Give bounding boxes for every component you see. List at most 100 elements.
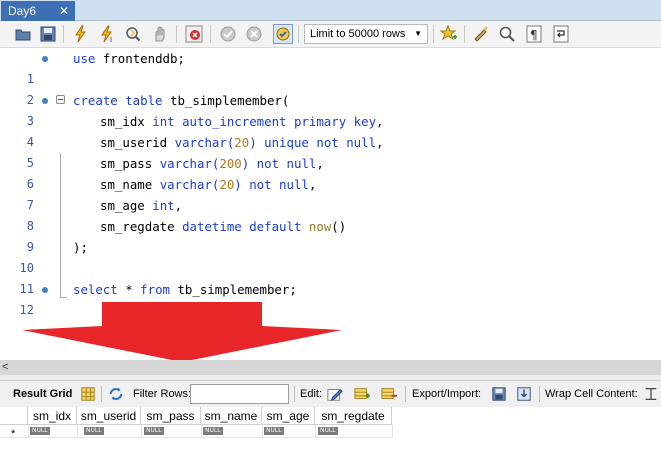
code-line: 6 sm_pass varchar(200) not null,: [0, 153, 661, 191]
code-text: ,: [308, 177, 317, 192]
code-line: 10 );: [0, 237, 661, 275]
code-line: 3 create table tb_simplemember(: [0, 90, 661, 128]
code-text: frontenddb;: [95, 51, 185, 66]
refresh-icon[interactable]: [107, 385, 125, 403]
result-grid[interactable]: sm_idx sm_userid sm_pass sm_name sm_age …: [0, 407, 661, 451]
column-name: sm_pass: [100, 156, 153, 171]
edit-cell-icon[interactable]: [326, 385, 344, 403]
invisible-chars-icon[interactable]: ¶: [524, 24, 544, 44]
statement-marker-icon: [42, 287, 48, 293]
code-keyword: int auto_increment primary key: [152, 114, 377, 129]
code-line: 8 sm_age int,: [0, 195, 661, 233]
null-cell[interactable]: NULL: [264, 427, 284, 435]
editor-horizontal-scrollbar[interactable]: <: [0, 360, 661, 375]
code-text: tb_simplemember;: [170, 282, 297, 297]
column-header[interactable]: sm_pass: [141, 407, 201, 425]
column-name: sm_name: [100, 177, 153, 192]
sql-editor-toolbar: I Limit to 50000 rows ▼ ¶: [0, 21, 661, 48]
open-folder-icon[interactable]: [13, 24, 33, 44]
result-grid-tab[interactable]: Result Grid: [13, 381, 72, 407]
tab-title: Day6: [8, 4, 37, 18]
filter-rows-input[interactable]: [190, 384, 289, 404]
code-text: ,: [376, 135, 384, 150]
code-line: 9 sm_regdate datetime default now(): [0, 216, 661, 254]
null-cell[interactable]: NULL: [203, 427, 223, 435]
wrap-icon[interactable]: [551, 24, 571, 44]
null-cell[interactable]: NULL: [318, 427, 338, 435]
limit-rows-select[interactable]: Limit to 50000 rows ▼: [304, 24, 428, 44]
find-icon[interactable]: [497, 24, 517, 44]
export-icon[interactable]: [490, 385, 508, 403]
column-header[interactable]: sm_idx: [28, 407, 77, 425]
code-keyword: varchar(: [174, 135, 235, 150]
tab-close-icon[interactable]: ✕: [59, 1, 69, 21]
bookmark-star-icon[interactable]: [439, 24, 459, 44]
null-cell[interactable]: NULL: [144, 427, 164, 435]
column-name: sm_regdate: [100, 219, 175, 234]
column-name: sm_age: [100, 198, 145, 213]
code-line: 4 sm_idx int auto_increment primary key,: [0, 111, 661, 149]
editor-tab-strip: Day6 ✕: [0, 0, 661, 21]
filter-rows-label: Filter Rows:: [133, 388, 192, 400]
code-keyword: use: [73, 51, 96, 66]
rollback-icon[interactable]: [244, 24, 264, 44]
code-number: 200: [219, 156, 242, 171]
save-icon[interactable]: [38, 24, 58, 44]
code-text: (): [331, 219, 347, 234]
chevron-down-icon: ▼: [414, 29, 422, 38]
autocommit-icon[interactable]: [273, 24, 293, 44]
new-row-marker: *: [11, 428, 16, 440]
fold-toggle-icon[interactable]: [56, 95, 65, 104]
code-keyword: ) not null: [241, 156, 317, 171]
result-grid-toolbar: Result Grid Filter Rows: Edit: Export/Im…: [0, 381, 661, 407]
code-function: now: [308, 219, 332, 234]
column-header[interactable]: sm_regdate: [315, 407, 392, 425]
code-text: *: [117, 282, 141, 297]
stop-icon[interactable]: [150, 24, 170, 44]
column-name: sm_userid: [100, 135, 168, 150]
column-name: sm_idx: [100, 114, 145, 129]
code-text: ,: [376, 114, 384, 129]
code-keyword: varchar(: [159, 177, 220, 192]
code-line: 12 select * from tb_simplemember;: [0, 279, 661, 317]
svg-text:¶: ¶: [530, 28, 538, 42]
code-keyword: varchar(: [159, 156, 220, 171]
code-number: 20: [234, 135, 250, 150]
code-text: ,: [174, 198, 183, 213]
code-text: );: [73, 240, 88, 255]
limit-rows-value: Limit to 50000 rows: [310, 28, 406, 40]
scroll-left-icon[interactable]: <: [2, 360, 8, 375]
commit-icon[interactable]: [218, 24, 238, 44]
beautify-icon[interactable]: [471, 24, 491, 44]
code-keyword: int: [152, 198, 175, 213]
edit-label: Edit:: [300, 388, 323, 400]
code-line: 11: [0, 258, 661, 296]
add-row-icon[interactable]: [353, 385, 371, 403]
code-line: 1 use frontenddb;: [0, 48, 661, 86]
export-import-label: Export/Import:: [412, 388, 482, 400]
red-down-arrow-icon: [22, 302, 342, 362]
delete-row-icon[interactable]: [380, 385, 398, 403]
code-keyword: datetime default: [182, 219, 302, 234]
execute-icon[interactable]: [71, 24, 91, 44]
tab-day6[interactable]: Day6 ✕: [1, 1, 75, 21]
null-cell[interactable]: NULL: [30, 427, 50, 435]
explain-icon[interactable]: [123, 24, 143, 44]
column-header[interactable]: sm_name: [201, 407, 262, 425]
column-header[interactable]: sm_userid: [77, 407, 141, 425]
statement-marker-icon: [42, 98, 48, 104]
code-text: ,: [316, 156, 324, 171]
column-header[interactable]: sm_age: [262, 407, 315, 425]
execute-current-icon[interactable]: I: [97, 24, 117, 44]
code-keyword: ) unique not null: [249, 135, 377, 150]
wrap-cell-content-icon[interactable]: [642, 385, 660, 403]
code-keyword: ) not null: [234, 177, 309, 192]
code-line: 5 sm_userid varchar(20) unique not null,: [0, 132, 661, 170]
null-cell[interactable]: NULL: [84, 427, 104, 435]
toggle-error-icon[interactable]: [184, 24, 204, 44]
code-keyword: from: [140, 282, 170, 297]
import-icon[interactable]: [515, 385, 533, 403]
code-keyword: select: [73, 282, 118, 297]
wrap-cell-content-label: Wrap Cell Content:: [545, 388, 638, 400]
grid-view-icon[interactable]: [79, 385, 97, 403]
